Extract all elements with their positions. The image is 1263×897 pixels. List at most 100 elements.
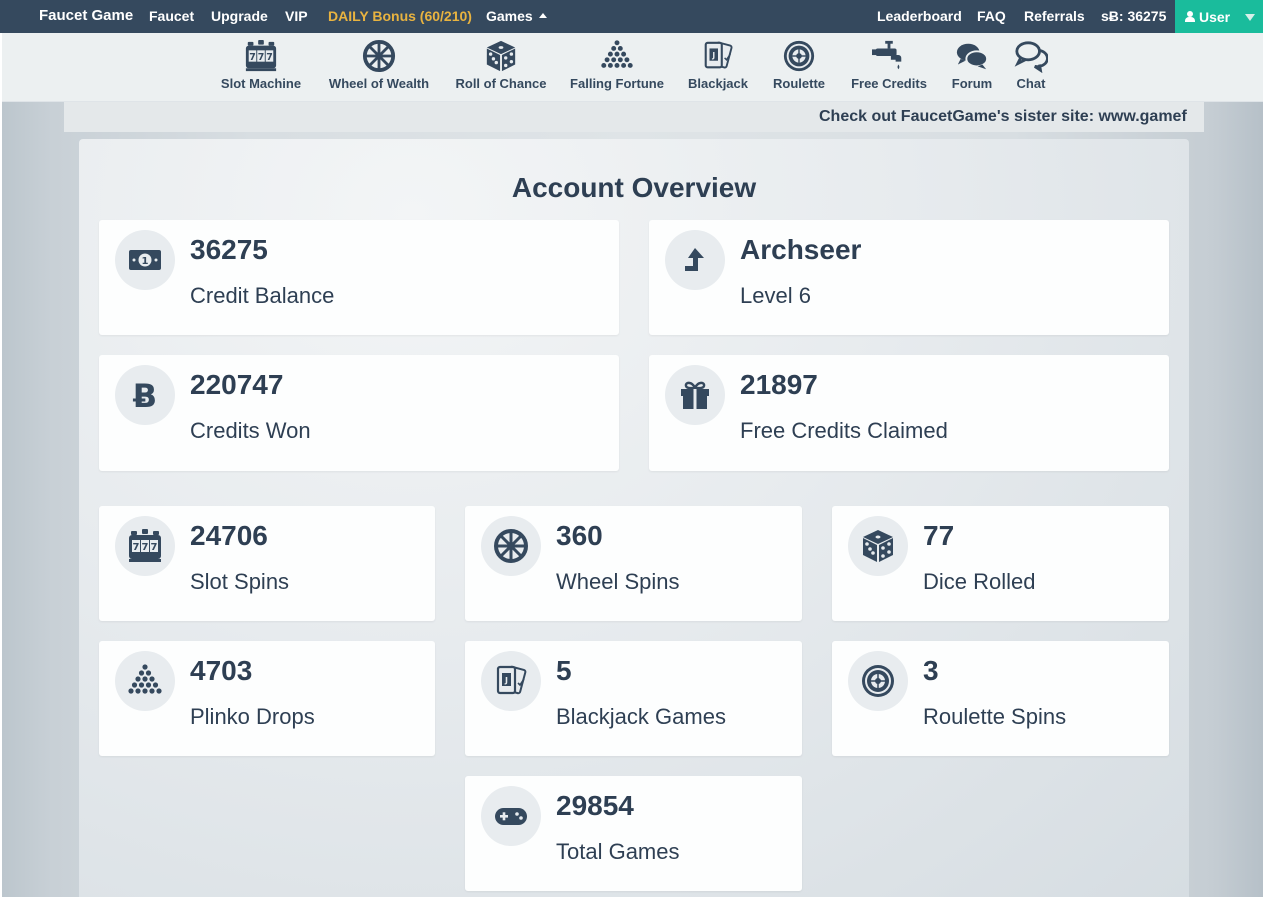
- level-up-icon: [677, 242, 713, 278]
- card-label: Level 6: [740, 283, 811, 308]
- card-dice-rolled: 77 Dice Rolled: [832, 506, 1169, 621]
- card-value: 36275: [190, 234, 268, 265]
- game-link-label: Blackjack: [688, 76, 748, 91]
- card-value: 220747: [190, 369, 284, 400]
- cards-icon: [493, 663, 529, 699]
- card-label: Total Games: [556, 839, 680, 864]
- card-blackjack-games: 5 Blackjack Games: [465, 641, 802, 756]
- nav-referrals[interactable]: Referrals: [1024, 8, 1085, 24]
- caret-down-icon: [1245, 14, 1255, 21]
- card-roulette-spins: 3 Roulette Spins: [832, 641, 1169, 756]
- nav-balance[interactable]: sɃ: 36275: [1101, 8, 1166, 24]
- card-user-level: Archseer Level 6: [649, 220, 1169, 335]
- faucet-icon: [872, 39, 906, 73]
- card-icon-circle: [115, 230, 175, 290]
- roulette-icon: [782, 39, 816, 73]
- bitcoin-icon: [127, 377, 163, 413]
- card-icon-circle: [115, 516, 175, 576]
- game-link-roulette[interactable]: Roulette: [771, 39, 827, 91]
- card-value: 24706: [190, 520, 268, 551]
- banknote-icon: [127, 242, 163, 278]
- cards-icon: [701, 39, 735, 73]
- game-link-forum[interactable]: Forum: [950, 39, 994, 91]
- game-link-chat[interactable]: Chat: [1014, 39, 1048, 91]
- card-label: Wheel Spins: [556, 569, 680, 594]
- card-label: Roulette Spins: [923, 704, 1067, 729]
- card-icon-circle: [665, 365, 725, 425]
- dice-icon: [860, 528, 896, 564]
- chat-icon: [1014, 39, 1048, 73]
- card-value: 3: [923, 655, 939, 686]
- game-link-label: Free Credits: [851, 76, 927, 91]
- card-icon-circle: [848, 516, 908, 576]
- card-free-credits-claimed: 21897 Free Credits Claimed: [649, 355, 1169, 471]
- game-link-label: Wheel of Wealth: [328, 76, 430, 91]
- page-title: Account Overview: [511, 172, 757, 203]
- card-value: 29854: [556, 790, 634, 821]
- gift-icon: [677, 377, 713, 413]
- card-icon-circle: [115, 365, 175, 425]
- game-link-slot-machine[interactable]: Slot Machine: [220, 39, 302, 91]
- card-total-games: 29854 Total Games: [465, 776, 802, 891]
- plinko-icon: [127, 663, 163, 699]
- card-label: Plinko Drops: [190, 704, 315, 729]
- card-label: Blackjack Games: [556, 704, 726, 729]
- nav-games-dropdown[interactable]: Games: [486, 8, 547, 24]
- nav-daily-bonus[interactable]: DAILY Bonus (60/210): [328, 8, 472, 24]
- game-link-label: Falling Fortune: [570, 76, 664, 91]
- brand-logo-link[interactable]: Faucet Game: [39, 7, 133, 24]
- card-label: Free Credits Claimed: [740, 418, 948, 443]
- game-link-label: Slot Machine: [220, 76, 302, 91]
- game-link-wheel-of-wealth[interactable]: Wheel of Wealth: [325, 39, 433, 91]
- card-label: Credit Balance: [190, 283, 335, 308]
- game-link-falling-fortune[interactable]: Falling Fortune: [569, 39, 665, 91]
- ticker-text[interactable]: Check out FaucetGame's sister site: www.…: [819, 108, 1187, 126]
- gamepad-icon: [493, 798, 529, 834]
- card-value: 360: [556, 520, 603, 551]
- card-wheel-spins: 360 Wheel Spins: [465, 506, 802, 621]
- user-icon: [1185, 11, 1195, 22]
- game-link-blackjack[interactable]: Blackjack: [687, 39, 749, 91]
- game-link-roll-of-chance[interactable]: Roll of Chance: [455, 39, 547, 91]
- nav-faq[interactable]: FAQ: [977, 8, 1006, 24]
- plinko-icon: [600, 39, 634, 73]
- nav-leaderboard[interactable]: Leaderboard: [877, 8, 962, 24]
- roulette-icon: [860, 663, 896, 699]
- game-link-label: Roulette: [773, 76, 825, 91]
- wheel-icon: [493, 528, 529, 564]
- announcement-ticker: Check out FaucetGame's sister site: www.…: [64, 102, 1204, 132]
- user-menu-button[interactable]: User: [1175, 0, 1263, 33]
- card-credit-balance: 36275 Credit Balance: [99, 220, 619, 335]
- game-link-label: Chat: [1016, 76, 1046, 91]
- nav-upgrade[interactable]: Upgrade: [211, 8, 268, 24]
- card-icon-circle: [481, 516, 541, 576]
- slot-machine-icon: [244, 39, 278, 73]
- card-value: 77: [923, 520, 955, 551]
- top-navbar: Faucet Game Faucet Upgrade VIP DAILY Bon…: [0, 0, 1263, 33]
- card-icon-circle: [665, 230, 725, 290]
- game-link-label: Roll of Chance: [455, 76, 547, 91]
- card-slot-spins: 24706 Slot Spins: [99, 506, 435, 621]
- nav-faucet[interactable]: Faucet: [149, 8, 194, 24]
- game-link-free-credits[interactable]: Free Credits: [850, 39, 928, 91]
- slot-machine-icon: [127, 528, 163, 564]
- card-credits-won: 220747 Credits Won: [99, 355, 619, 471]
- game-link-label: Forum: [951, 76, 993, 91]
- card-plinko-drops: 4703 Plinko Drops: [99, 641, 435, 756]
- card-icon-circle: [481, 786, 541, 846]
- dice-icon: [484, 39, 518, 73]
- card-value: 4703: [190, 655, 253, 686]
- card-value: 5: [556, 655, 572, 686]
- nav-vip[interactable]: VIP: [285, 8, 308, 24]
- card-label: Credits Won: [190, 418, 311, 443]
- user-label: User: [1199, 8, 1231, 25]
- games-navbar: Slot Machine Wheel of Wealth Roll of Cha…: [2, 33, 1263, 102]
- card-value: Archseer: [740, 234, 862, 265]
- nav-games-label: Games: [486, 8, 533, 24]
- card-icon-circle: [848, 651, 908, 711]
- card-label: Slot Spins: [190, 569, 290, 594]
- card-icon-circle: [115, 651, 175, 711]
- wheel-icon: [362, 39, 396, 73]
- card-icon-circle: [481, 651, 541, 711]
- card-label: Dice Rolled: [923, 569, 1036, 594]
